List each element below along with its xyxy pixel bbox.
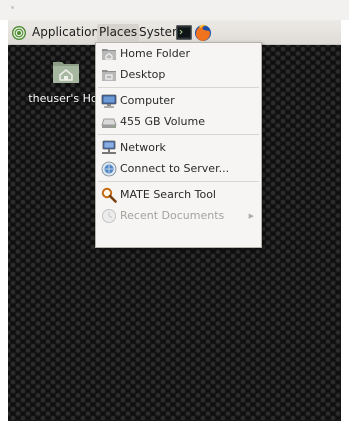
menu-item-desktop[interactable]: Desktop — [96, 65, 261, 85]
menu-item-label: 455 GB Volume — [120, 115, 205, 128]
menu-item-home-folder[interactable]: Home Folder — [96, 44, 261, 64]
menu-item-label: MATE Search Tool — [120, 188, 216, 201]
menu-item-label: Desktop — [120, 68, 166, 81]
menu-item-recent-documents[interactable]: Recent Documents ▶ — [96, 206, 261, 226]
vm-screen: Applications Places System theuser's Ho … — [8, 20, 341, 421]
menu-item-label: Computer — [120, 94, 175, 107]
terminal-launcher-icon[interactable] — [176, 25, 192, 40]
menu-item-label: Recent Documents — [120, 209, 225, 222]
drive-icon — [101, 114, 117, 130]
network-icon — [101, 140, 117, 156]
computer-icon — [101, 93, 117, 109]
places-menu[interactable]: Places — [97, 24, 140, 41]
menu-item-label: Home Folder — [120, 47, 190, 60]
menu-item-volume[interactable]: 455 GB Volume — [96, 112, 261, 132]
desktop-folder-icon — [101, 67, 117, 83]
server-icon — [101, 161, 117, 177]
clock-icon — [101, 208, 117, 224]
menu-separator — [98, 181, 259, 182]
menu-separator — [98, 134, 259, 135]
home-folder-icon — [51, 56, 81, 86]
home-folder-icon — [101, 46, 117, 62]
menu-item-connect-to-server[interactable]: Connect to Server... — [96, 159, 261, 179]
firefox-launcher-icon[interactable] — [194, 23, 212, 42]
window-titlebar — [0, 0, 349, 20]
menu-item-search-tool[interactable]: MATE Search Tool — [96, 185, 261, 205]
menu-item-label: Connect to Server... — [120, 162, 230, 175]
menu-item-network[interactable]: Network — [96, 138, 261, 158]
menu-separator — [98, 87, 259, 88]
menu-item-computer[interactable]: Computer — [96, 91, 261, 111]
mate-logo-icon[interactable] — [11, 25, 27, 41]
places-dropdown: Home Folder Desktop Computer 455 GB Volu… — [95, 42, 262, 248]
menu-item-label: Network — [120, 141, 166, 154]
search-icon — [101, 187, 117, 203]
applications-menu[interactable]: Applications — [30, 24, 107, 41]
window-dot — [11, 6, 14, 9]
submenu-arrow-icon: ▶ — [248, 212, 254, 220]
